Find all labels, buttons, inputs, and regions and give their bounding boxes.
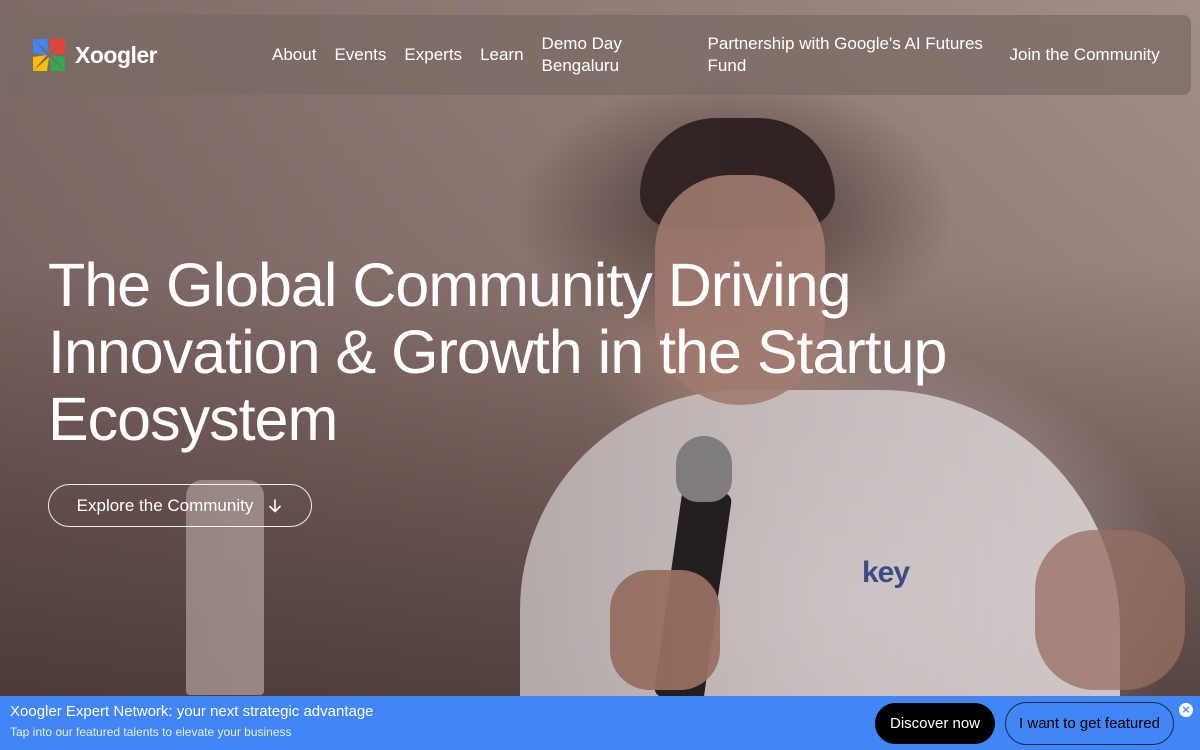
discover-now-button[interactable]: Discover now xyxy=(875,703,995,744)
nav-link-learn[interactable]: Learn xyxy=(480,44,523,66)
nav-link-partnership[interactable]: Partnership with Google's AI Futures Fun… xyxy=(708,33,998,77)
nav-link-demo-day[interactable]: Demo Day Bengaluru xyxy=(542,33,690,77)
nav-link-events[interactable]: Events xyxy=(334,44,386,66)
brand-name: Xoogler xyxy=(75,41,158,68)
explore-community-label: Explore the Community xyxy=(76,495,254,515)
nav-link-join-community[interactable]: Join the Community xyxy=(1010,44,1160,66)
banner-title: Xoogler Expert Network: your next strate… xyxy=(10,703,374,720)
nav-links: About Events Experts Learn Demo Day Beng… xyxy=(272,15,1160,95)
get-featured-button[interactable]: I want to get featured xyxy=(1005,702,1174,745)
xoogler-logo-icon xyxy=(33,39,65,71)
banner-text: Xoogler Expert Network: your next strate… xyxy=(10,703,374,740)
nav-link-experts[interactable]: Experts xyxy=(404,44,462,66)
nav-link-about[interactable]: About xyxy=(272,44,316,66)
explore-community-button[interactable]: Explore the Community xyxy=(48,484,312,527)
brand-logo-link[interactable]: Xoogler xyxy=(29,35,158,75)
arrow-down-icon xyxy=(269,498,282,512)
close-icon[interactable]: × xyxy=(1179,703,1193,717)
expert-network-banner: Xoogler Expert Network: your next strate… xyxy=(0,696,1200,750)
top-navbar: Xoogler About Events Experts Learn Demo … xyxy=(9,15,1191,95)
banner-subtitle: Tap into our featured talents to elevate… xyxy=(10,725,292,739)
hero-title: The Global Community Driving Innovation … xyxy=(48,251,947,453)
